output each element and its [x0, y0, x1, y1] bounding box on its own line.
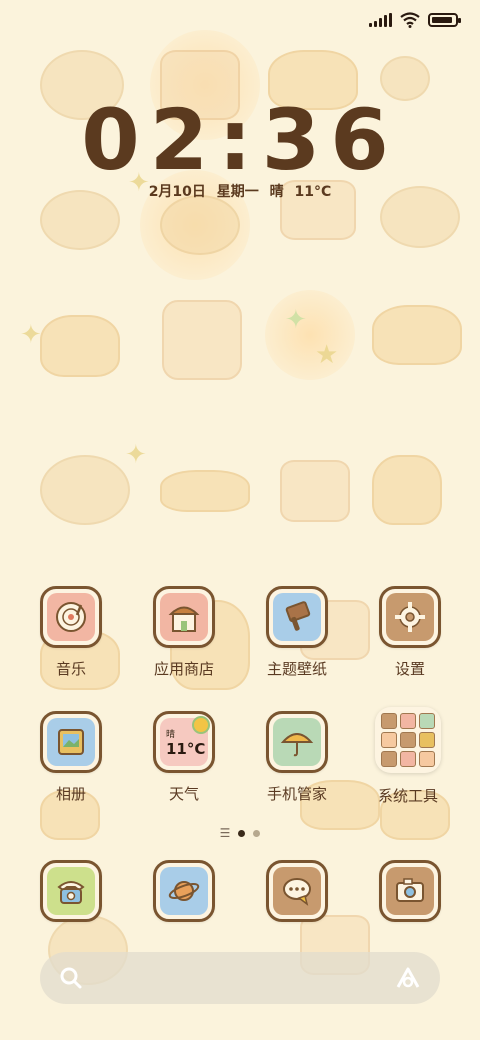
app-phone-manager[interactable]: 手机管家 — [247, 711, 347, 804]
dock-phone[interactable] — [21, 860, 121, 922]
gear-icon — [386, 593, 434, 641]
battery-level — [432, 17, 452, 23]
app-store[interactable]: 应用商店 — [134, 586, 234, 679]
app-label: 设置 — [394, 660, 425, 678]
mini-app-icon — [381, 713, 397, 729]
status-bar — [369, 8, 461, 32]
app-label: 音乐 — [55, 660, 86, 678]
page-indicator[interactable]: ☰ — [0, 826, 480, 840]
date: 2月10日 — [148, 184, 206, 200]
app-label: 手机管家 — [266, 785, 327, 803]
folder-icon — [375, 707, 441, 773]
folder-preview-grid — [381, 713, 435, 767]
sparkle-icon: ✦ — [285, 305, 307, 335]
mini-app-icon — [400, 732, 416, 748]
dock-camera[interactable] — [360, 860, 460, 922]
page-menu-icon: ☰ — [219, 826, 231, 840]
music-disc-icon — [47, 593, 95, 641]
app-label: 相册 — [55, 785, 86, 803]
clock-time[interactable]: 02:36 — [0, 98, 480, 182]
app-icon-frame — [266, 586, 328, 648]
date-weather-line[interactable]: 2月10日 星期一 晴 11°C — [0, 181, 480, 201]
app-music[interactable]: 音乐 — [21, 586, 121, 679]
temperature: 11°C — [294, 184, 332, 200]
mini-app-icon — [419, 732, 435, 748]
search-icon[interactable] — [58, 965, 84, 991]
app-label: 主题壁纸 — [266, 660, 327, 678]
mini-app-icon — [400, 713, 416, 729]
paintbrush-icon — [273, 593, 321, 641]
app-label: 系统工具 — [377, 787, 438, 805]
sun-icon — [192, 716, 210, 734]
app-label: 应用商店 — [153, 660, 214, 678]
battery-icon — [428, 13, 461, 27]
store-icon — [160, 593, 208, 641]
message-icon — [273, 867, 321, 915]
weather-widget-condition: 晴 — [166, 729, 176, 740]
mini-app-icon — [400, 751, 416, 767]
sparkle-icon: ✦ — [125, 440, 147, 470]
app-icon-frame — [153, 860, 215, 922]
browser-planet-icon — [160, 867, 208, 915]
app-icon-frame — [40, 711, 102, 773]
app-icon-frame — [379, 586, 441, 648]
weather-condition: 晴 — [269, 184, 284, 200]
umbrella-icon — [273, 718, 321, 766]
app-themes[interactable]: 主题壁纸 — [247, 586, 347, 679]
weather-widget-temp: 11°C — [166, 739, 206, 758]
app-icon-frame — [266, 711, 328, 773]
phone-icon — [47, 867, 95, 915]
page-dot — [253, 829, 261, 837]
app-gallery[interactable]: 相册 — [21, 711, 121, 804]
camera-icon — [386, 867, 434, 915]
mini-app-icon — [381, 732, 397, 748]
app-label: 天气 — [168, 785, 199, 803]
app-icon-frame — [40, 586, 102, 648]
star-icon: ★ — [315, 340, 339, 370]
sparkle-icon: ✦ — [20, 320, 42, 350]
app-icon-frame — [266, 860, 328, 922]
wifi-icon — [400, 12, 420, 28]
app-icon-frame: 晴 11°C — [153, 711, 215, 773]
mini-app-icon — [419, 713, 435, 729]
app-icon-frame — [153, 586, 215, 648]
mini-app-icon — [381, 751, 397, 767]
dock-messages[interactable] — [247, 860, 347, 922]
app-icon-frame — [379, 860, 441, 922]
signal-icon — [369, 13, 392, 27]
app-weather[interactable]: 晴 11°C 天气 — [134, 711, 234, 804]
weather-icon: 晴 11°C — [160, 716, 210, 766]
mini-app-icon — [419, 751, 435, 767]
app-settings[interactable]: 设置 — [360, 586, 460, 679]
search-bar[interactable] — [40, 952, 440, 1004]
weekday: 星期一 — [216, 184, 259, 200]
dock-browser[interactable] — [134, 860, 234, 922]
page-dot-active — [238, 829, 246, 837]
folder-system-tools[interactable]: 系统工具 — [358, 707, 458, 806]
assistant-icon[interactable] — [394, 965, 422, 991]
app-icon-frame — [40, 860, 102, 922]
photo-icon — [47, 718, 95, 766]
